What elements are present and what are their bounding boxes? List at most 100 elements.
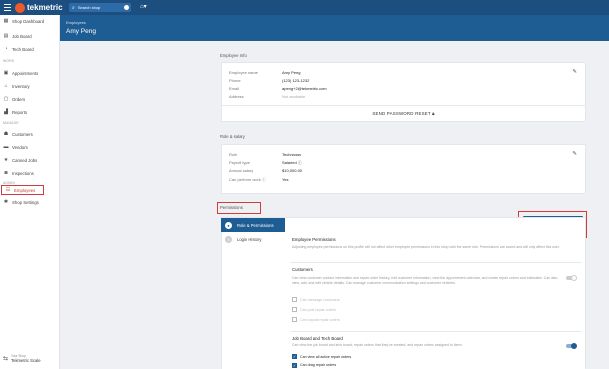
job-board-icon: ▤	[3, 33, 9, 39]
sidebar-item-label: Shop Dashboard	[12, 18, 45, 24]
sidebar-item-label: Shop Settings	[12, 199, 39, 205]
breadcrumb[interactable]: Employees	[66, 20, 86, 25]
employee-permissions-title: Employee Permissions	[292, 237, 336, 242]
logo-mark	[15, 2, 25, 13]
sidebar-item-label: Inventory	[12, 83, 30, 89]
field-annual-salary: Annual salary $10,000.00	[229, 168, 303, 173]
gear-icon: ✱	[3, 199, 9, 205]
sidebar-section-manage: MANAGE	[3, 121, 19, 125]
job-board-desc: Can view the job board and tech board; r…	[292, 343, 463, 347]
checkbox[interactable]	[292, 297, 297, 302]
employee-info-label: Employee Info	[220, 53, 247, 58]
divider	[290, 262, 582, 263]
sidebar-item-label: Vendors	[12, 144, 28, 150]
vendors-icon: ▬	[3, 144, 9, 150]
sidebar-item-label: Tech Board	[12, 46, 34, 52]
customers-title: Customers	[292, 267, 313, 272]
employee-permissions-desc: Adjusting employee permissions on this p…	[292, 245, 560, 249]
sidebar-item-shop-dashboard[interactable]: ▦ Shop Dashboard	[0, 16, 60, 26]
sidebar-item-label: Inspections	[12, 170, 34, 176]
checkbox[interactable]: ✓	[292, 354, 297, 359]
inventory-icon: ⌂	[4, 83, 8, 89]
employee-info-card: ✎ Employee name Amy Peng Phone (123) 123-1…	[221, 62, 586, 122]
history-icon: ◷	[225, 235, 232, 243]
sidebar-item-job-board[interactable]: ▤ Job Board	[0, 31, 60, 41]
field-email: Email apeng+2@tekmetric.com	[229, 86, 327, 91]
edit-icon[interactable]: ✎	[572, 69, 577, 75]
sidebar-item-label: Orders	[12, 96, 26, 102]
edit-icon[interactable]: ✎	[572, 151, 577, 157]
sidebar-item-appointments[interactable]: ▣ Appointments	[0, 68, 60, 78]
shop-switcher[interactable]: ⇆ Your Shop Tekmetric Scale	[3, 352, 59, 364]
send-password-reset-button[interactable]: SEND PASSWORD RESET 🔒︎	[222, 111, 585, 116]
checkbox[interactable]: ✓	[292, 363, 297, 368]
sidebar-item-label: Employees	[14, 187, 36, 193]
job-board-title: Job Board and Tech Board	[292, 336, 343, 341]
search-icon: ⌕	[72, 4, 75, 11]
logo[interactable]: tekmetric	[15, 2, 63, 13]
checkbox[interactable]	[292, 317, 297, 322]
swap-icon: ⇆	[3, 355, 9, 362]
info-icon[interactable]: ⓘ	[298, 160, 302, 165]
customers-desc: Can view customer contact information an…	[292, 276, 558, 285]
field-payroll-type: Payroll type Salaried ⓘ	[229, 160, 302, 165]
checkbox-drag-repair-orders[interactable]: ✓ Can drag repair orders	[292, 363, 336, 369]
sidebar-item-inventory[interactable]: ⌂ Inventory	[0, 81, 60, 91]
reports-icon: ▟	[4, 109, 8, 115]
sidebar-item-tech-board[interactable]: ◔ Tech Board	[0, 44, 60, 54]
sidebar: ▦ Shop Dashboard ▤ Job Board ◔ Tech Boar…	[0, 15, 60, 369]
logo-text: tekmetric	[27, 3, 63, 12]
job-board-toggle[interactable]	[566, 343, 577, 349]
field-phone: Phone (123) 123-1232	[229, 78, 310, 83]
tab-role-permissions[interactable]: ● Role & Permissions	[221, 218, 285, 232]
lock-icon: 🔒︎	[432, 111, 435, 116]
role-salary-label: Role & salary	[220, 134, 245, 139]
field-employee-name: Employee name Amy Peng	[229, 70, 301, 75]
search-placeholder: Search shop	[77, 5, 101, 10]
customers-toggle[interactable]	[566, 275, 577, 281]
sidebar-item-orders[interactable]: ▢ Orders	[0, 94, 60, 104]
shop-name: Tekmetric Scale	[11, 357, 41, 363]
sidebar-item-inspections[interactable]: ◙ Inspections	[0, 168, 60, 178]
field-address: Address Not available	[229, 94, 306, 99]
field-role: Role Technician	[229, 152, 301, 157]
calendar-icon: ▣	[3, 70, 9, 76]
sidebar-item-label: Appointments	[12, 70, 39, 76]
sidebar-section-work: WORK	[3, 59, 15, 63]
dashboard-icon: ▦	[3, 18, 9, 24]
field-can-perform-work: Can perform work ⓘ Yes	[229, 177, 289, 182]
info-icon[interactable]: ⓘ	[262, 177, 266, 182]
role-salary-card: ✎ Role Technician Payroll type Salaried ⓘ …	[221, 144, 586, 194]
checkbox-unpost-repair-orders[interactable]: Can unpost repair orders	[292, 317, 340, 322]
sidebar-item-label: Canned Jobs	[12, 157, 38, 163]
employees-icon: ☷	[5, 187, 11, 193]
sidebar-item-customers[interactable]: ☗ Customers	[0, 129, 60, 139]
page-title: Amy Peng	[66, 28, 96, 35]
sidebar-item-vendors[interactable]: ▬ Vendors	[0, 142, 60, 152]
help-icon[interactable]	[124, 5, 129, 10]
top-app-bar: tekmetric ⌕ Search shop ⌂▾	[0, 0, 609, 15]
shop-switcher-icon[interactable]: ⌂▾	[140, 3, 147, 10]
sidebar-item-employees[interactable]: ☷ Employees	[1, 185, 44, 195]
sidebar-item-label: Customers	[12, 131, 33, 137]
sidebar-item-reports[interactable]: ▟ Reports	[0, 107, 60, 117]
shield-icon: ●	[225, 221, 232, 229]
checkbox-post-repair-orders[interactable]: Can post repair orders	[292, 307, 336, 312]
sidebar-item-canned-jobs[interactable]: ★ Canned Jobs	[0, 155, 60, 165]
customers-icon: ☗	[3, 131, 9, 137]
search-input[interactable]: ⌕ Search shop	[69, 3, 131, 12]
divider	[290, 331, 582, 332]
checkbox[interactable]	[292, 307, 297, 312]
permissions-label: Permissions	[220, 205, 243, 210]
sidebar-item-shop-settings[interactable]: ✱ Shop Settings	[0, 197, 60, 207]
sidebar-item-label: Reports	[12, 109, 28, 115]
inspections-icon: ◙	[4, 170, 8, 176]
menu-icon[interactable]	[4, 4, 11, 11]
page-header: Employees Amy Peng	[60, 15, 609, 41]
sidebar-item-label: Job Board	[12, 33, 32, 39]
tech-board-icon: ◔	[4, 46, 8, 52]
checkbox-message-customers[interactable]: Can message customers	[292, 297, 340, 302]
tab-login-history[interactable]: ◷ Login History	[221, 232, 285, 246]
star-icon: ★	[3, 157, 9, 163]
checkbox-view-active-repair-orders[interactable]: ✓ Can view all active repair orders	[292, 354, 351, 359]
